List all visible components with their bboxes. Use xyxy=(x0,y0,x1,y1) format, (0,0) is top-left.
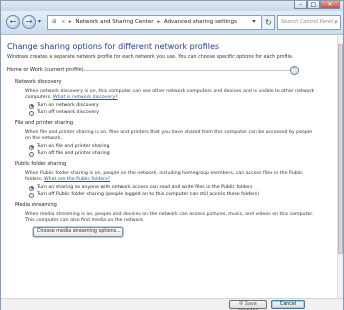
option-turn-off-public-sharing[interactable]: Turn off Public folder sharing (people l… xyxy=(29,192,325,198)
radio-unselected[interactable] xyxy=(29,192,34,198)
back-button[interactable]: ← xyxy=(6,15,20,29)
option-label: Turn on sharing so anyone with network a… xyxy=(37,185,253,190)
maximize-button[interactable]: □ xyxy=(307,1,320,9)
breadcrumb-network-sharing-center[interactable]: Network and Sharing Center xyxy=(75,19,153,25)
section-description: When file and printer sharing is on, fil… xyxy=(25,130,312,141)
navigation-bar: ← → ▾ ⊞ « ▸ Network and Sharing Center ▸… xyxy=(1,11,343,35)
radio-selected[interactable] xyxy=(29,103,34,109)
refresh-button[interactable]: ↻ xyxy=(263,15,275,30)
option-label: Turn off Public folder sharing (people l… xyxy=(37,192,260,197)
address-separator-icon: ▸ xyxy=(157,19,161,25)
address-overflow[interactable]: « xyxy=(62,19,65,25)
address-dropdown-icon[interactable]: ▾ xyxy=(248,15,260,30)
option-turn-on-file-sharing[interactable]: Turn on file and printer sharing xyxy=(29,144,325,150)
section-network-discovery: Network discovery When network discovery… xyxy=(15,79,325,116)
forward-button[interactable]: → xyxy=(22,15,36,29)
option-label: Turn on file and printer sharing xyxy=(37,144,110,149)
section-description: When Public folder sharing is on, people… xyxy=(25,171,315,183)
section-title: Public folder sharing xyxy=(15,161,67,167)
page-subtitle: Windows creates a separate network profi… xyxy=(7,55,294,60)
scrollbar-thumb[interactable] xyxy=(338,44,343,254)
shield-icon: ⛨ xyxy=(239,302,243,307)
option-label: Turn off network discovery xyxy=(37,110,100,115)
close-button[interactable]: ✕ xyxy=(320,1,340,9)
caption-buttons: – □ ✕ xyxy=(294,1,340,9)
section-title: File and printer sharing xyxy=(15,120,74,126)
minimize-button[interactable]: – xyxy=(294,1,307,9)
window-frame: – □ ✕ ← → ▾ ⊞ « ▸ Network and Sharing Ce… xyxy=(0,0,344,310)
section-title: Network discovery xyxy=(15,79,62,85)
option-turn-off-file-sharing[interactable]: Turn off file and printer sharing xyxy=(29,151,325,157)
radio-unselected[interactable] xyxy=(29,151,34,157)
radio-selected[interactable] xyxy=(29,144,34,150)
settings-content: Change sharing options for different net… xyxy=(1,36,337,298)
choose-media-streaming-button[interactable]: Choose media streaming options... xyxy=(33,227,123,237)
save-changes-button[interactable]: ⛨Save changes xyxy=(229,300,267,310)
page-title: Change sharing options for different net… xyxy=(7,42,220,51)
section-file-printer-sharing: File and printer sharing When file and p… xyxy=(15,120,325,157)
radio-selected[interactable] xyxy=(29,185,34,191)
search-input[interactable]: Search Control Panel ⌕ xyxy=(277,15,341,30)
option-label: Turn off file and printer sharing xyxy=(37,151,110,156)
recent-pages-dropdown-icon[interactable]: ▾ xyxy=(38,18,41,25)
title-bar: – □ ✕ xyxy=(1,1,343,11)
search-icon[interactable]: ⌕ xyxy=(334,16,338,29)
option-label: Turn on network discovery xyxy=(37,103,99,108)
section-media-streaming: Media streaming When media streaming is … xyxy=(15,202,325,237)
option-turn-off-discovery[interactable]: Turn off network discovery xyxy=(29,110,325,116)
address-bar[interactable]: ⊞ « ▸ Network and Sharing Center ▸ Advan… xyxy=(47,15,262,30)
section-public-folder-sharing: Public folder sharing When Public folder… xyxy=(15,161,325,198)
divider xyxy=(67,70,295,71)
network-discovery-help-link[interactable]: What is network discovery? xyxy=(53,95,118,100)
cancel-button[interactable]: Cancel xyxy=(271,300,305,309)
footer-bar: ⛨Save changes Cancel xyxy=(1,298,343,310)
network-icon: ⊞ xyxy=(52,19,57,25)
breadcrumb-advanced-sharing-settings[interactable]: Advanced sharing settings xyxy=(164,19,237,25)
section-description: When media streaming is on, people and d… xyxy=(25,212,314,223)
option-turn-on-discovery[interactable]: Turn on network discovery xyxy=(29,103,325,109)
option-turn-on-public-sharing[interactable]: Turn on sharing so anyone with network a… xyxy=(29,185,325,191)
search-placeholder: Search Control Panel xyxy=(281,19,334,25)
radio-unselected[interactable] xyxy=(29,110,34,116)
section-description: When network discovery is on, this compu… xyxy=(25,89,315,101)
address-separator-icon: ▸ xyxy=(68,19,72,25)
section-title: Media streaming xyxy=(15,202,57,208)
vertical-scrollbar[interactable] xyxy=(337,36,343,298)
collapse-chevron-icon[interactable]: ⌃ xyxy=(290,66,299,75)
public-folders-help-link[interactable]: What are the Public folders? xyxy=(44,177,110,182)
profile-header[interactable]: Home or Work (current profile) ⌃ xyxy=(7,65,337,75)
